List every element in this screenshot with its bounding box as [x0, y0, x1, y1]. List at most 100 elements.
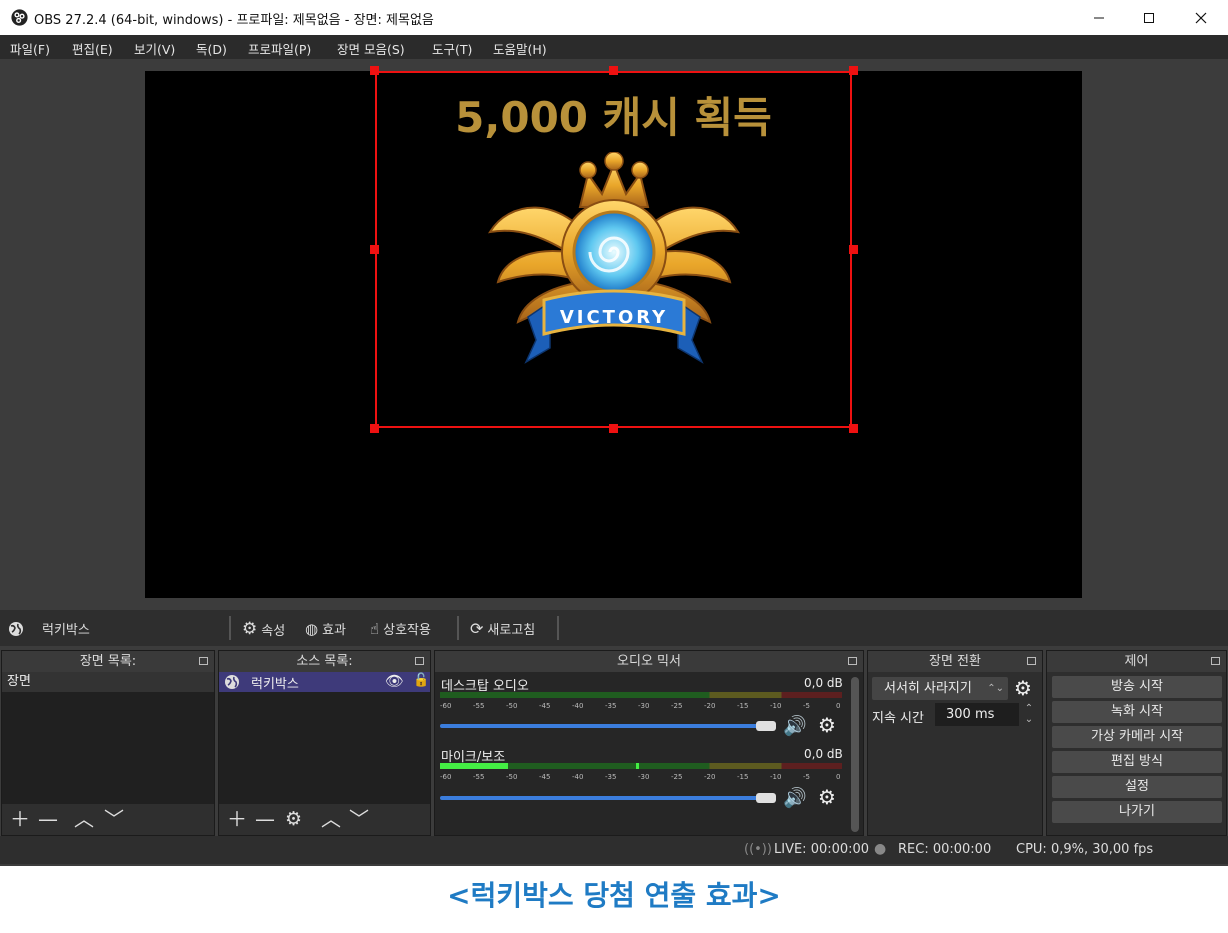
tick-label: -50 [506, 702, 518, 710]
float-dock-icon[interactable] [1027, 657, 1036, 665]
hand-pointer-icon: ☝ [370, 619, 380, 638]
tick-label: 0 [836, 702, 841, 710]
tick-label: -15 [737, 773, 749, 781]
move-scene-up-button[interactable]: ︿ [74, 809, 94, 829]
duration-input[interactable]: 300 ms [935, 703, 1019, 726]
transition-type-select[interactable]: 서서히 사라지기 ⌃⌄ [872, 677, 1008, 700]
source-name: 럭키박스 [251, 677, 299, 692]
tick-label: -25 [671, 773, 683, 781]
window-title: OBS 27.2.4 (64-bit, windows) - 프로파일: 제목없… [34, 13, 434, 28]
minimize-button[interactable] [1074, 0, 1124, 35]
eye-visibility-icon[interactable]: 👁 [385, 672, 404, 690]
desktop-audio-volume-slider[interactable] [440, 724, 775, 728]
float-dock-icon[interactable] [415, 657, 424, 665]
remove-source-button[interactable]: — [255, 809, 275, 829]
interact-button[interactable]: ☝ 상호작용 [370, 619, 431, 639]
menu-view[interactable]: 보기(V) [134, 39, 175, 58]
mixer-header: 오디오 믹서 [435, 651, 863, 672]
duration-value: 300 ms [946, 707, 995, 722]
tick-label: -10 [770, 773, 782, 781]
chevron-down-icon[interactable]: ⌄ [1020, 714, 1038, 725]
move-source-down-button[interactable]: ﹀ [349, 809, 369, 829]
resize-handle-top-left[interactable] [370, 66, 379, 75]
resize-handle-top[interactable] [609, 66, 618, 75]
refresh-button[interactable]: ⟳ 새로고침 [470, 619, 535, 638]
menu-docks[interactable]: 독(D) [196, 39, 227, 58]
mic-aux-db: 0,0 dB [804, 747, 843, 761]
live-status: LIVE: 00:00:00 [774, 842, 870, 857]
remove-scene-button[interactable]: — [38, 809, 58, 829]
mixer-header-label: 오디오 믹서 [617, 654, 681, 669]
tick-label: -25 [671, 702, 683, 710]
menu-profile[interactable]: 프로파일(P) [248, 39, 311, 58]
menu-bar: 파일(F) 편집(E) 보기(V) 독(D) 프로파일(P) 장면 모음(S) … [0, 35, 1228, 59]
chevron-up-icon[interactable]: ⌃ [1020, 703, 1038, 714]
resize-handle-bottom-left[interactable] [370, 424, 379, 433]
scene-item[interactable]: 장면 [2, 672, 214, 692]
scenes-header-label: 장면 목록: [79, 654, 137, 669]
status-bar: ((•)) LIVE: 00:00:00 ● REC: 00:00:00 CPU… [0, 836, 1228, 864]
menu-edit[interactable]: 편집(E) [72, 39, 113, 58]
float-dock-icon[interactable] [199, 657, 208, 665]
properties-button[interactable]: ⚙ 속성 [242, 619, 285, 639]
globe-icon [225, 675, 239, 689]
desktop-audio-meter [440, 692, 842, 698]
sources-dock: 소스 목록: 럭키박스 👁 🔓 ＋ — ⚙ ︿ ﹀ [218, 650, 431, 836]
context-source: 럭키박스 [8, 619, 90, 638]
float-dock-icon[interactable] [1211, 657, 1220, 665]
close-button[interactable] [1176, 0, 1226, 35]
tick-label: -10 [770, 702, 782, 710]
start-streaming-button[interactable]: 방송 시작 [1052, 676, 1222, 698]
speaker-icon[interactable]: 🔊 [783, 714, 807, 737]
add-source-button[interactable]: ＋ [227, 809, 247, 829]
resize-handle-right[interactable] [849, 245, 858, 254]
tick-label: -20 [704, 773, 716, 781]
studio-mode-button[interactable]: 편집 방식 [1052, 751, 1222, 773]
mixer-scrollbar[interactable] [851, 677, 859, 832]
gear-icon[interactable]: ⚙ [818, 713, 836, 737]
resize-handle-top-right[interactable] [849, 66, 858, 75]
gear-icon[interactable]: ⚙ [818, 785, 836, 809]
close-icon [1195, 12, 1207, 23]
filters-button[interactable]: ◍ 효과 [305, 619, 346, 639]
tick-label: -50 [506, 773, 518, 781]
maximize-icon [1144, 12, 1154, 23]
scenes-list: 장면 [2, 672, 214, 804]
desktop-audio-ticks: -60 -55 -50 -45 -40 -35 -30 -25 -20 -15 … [440, 700, 842, 714]
add-scene-button[interactable]: ＋ [10, 809, 30, 829]
menu-tools[interactable]: 도구(T) [432, 39, 472, 58]
mic-aux-volume-knob[interactable] [756, 793, 776, 803]
move-source-up-button[interactable]: ︿ [321, 809, 341, 829]
resize-handle-left[interactable] [370, 245, 379, 254]
start-virtual-camera-button[interactable]: 가상 카메라 시작 [1052, 726, 1222, 748]
menu-help[interactable]: 도움말(H) [493, 39, 547, 58]
menu-scene-collection[interactable]: 장면 모음(S) [337, 39, 405, 58]
exit-button[interactable]: 나가기 [1052, 801, 1222, 823]
tick-label: -5 [803, 702, 810, 710]
tick-label: -55 [473, 702, 485, 710]
source-selection-box[interactable] [375, 71, 852, 428]
maximize-button[interactable] [1124, 0, 1174, 35]
float-dock-icon[interactable] [848, 657, 857, 665]
sources-list: 럭키박스 👁 🔓 [219, 672, 430, 804]
tick-label: -40 [572, 773, 584, 781]
menu-file[interactable]: 파일(F) [10, 39, 50, 58]
resize-handle-bottom[interactable] [609, 424, 618, 433]
desktop-audio-volume-knob[interactable] [756, 721, 776, 731]
move-scene-down-button[interactable]: ﹀ [104, 809, 124, 829]
mic-aux-ticks: -60 -55 -50 -45 -40 -35 -30 -25 -20 -15 … [440, 771, 842, 785]
lock-icon[interactable]: 🔓 [413, 673, 429, 688]
settings-button[interactable]: 설정 [1052, 776, 1222, 798]
resize-handle-bottom-right[interactable] [849, 424, 858, 433]
sources-header-label: 소스 목록: [296, 654, 353, 669]
speaker-icon[interactable]: 🔊 [783, 786, 807, 809]
duration-spinner[interactable]: ⌃ ⌄ [1020, 703, 1038, 726]
properties-label: 속성 [261, 623, 286, 639]
start-recording-button[interactable]: 녹화 시작 [1052, 701, 1222, 723]
minimize-icon [1094, 17, 1104, 18]
transition-gear-icon[interactable]: ⚙ [1014, 676, 1032, 700]
source-properties-button[interactable]: ⚙ [285, 809, 302, 829]
mic-aux-volume-slider[interactable] [440, 796, 775, 800]
source-item[interactable]: 럭키박스 👁 🔓 [219, 672, 430, 692]
context-bar: 럭키박스 ⚙ 속성 ◍ 효과 ☝ 상호작용 ⟳ 새로고침 [0, 610, 1228, 646]
